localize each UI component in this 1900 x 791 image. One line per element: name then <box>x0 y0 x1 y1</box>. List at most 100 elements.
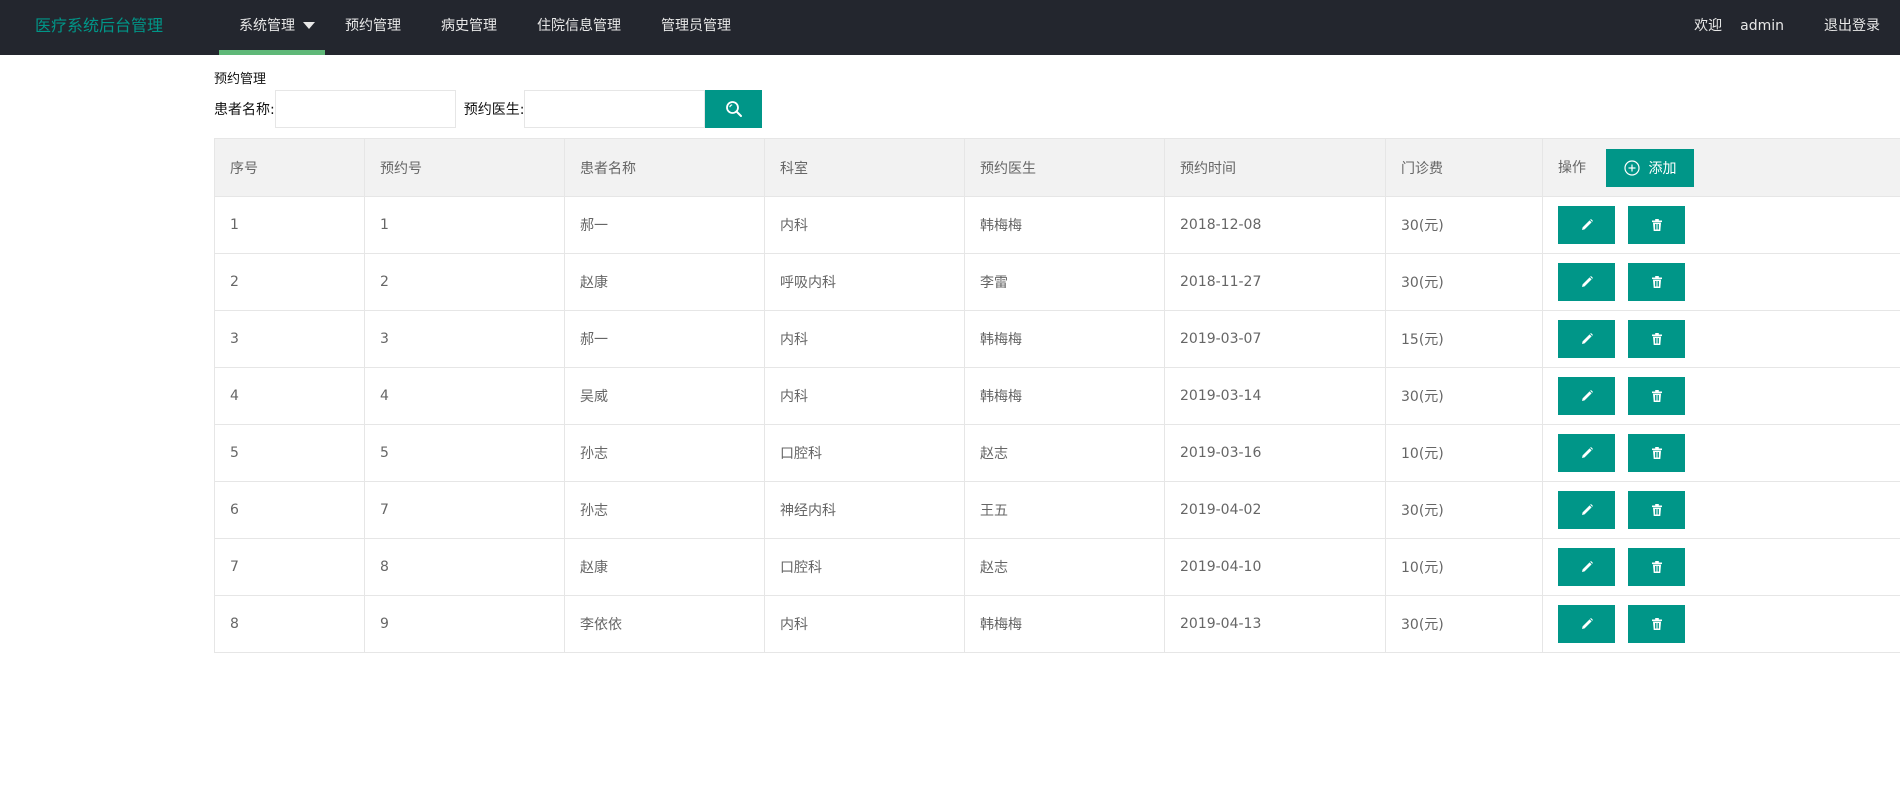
col-header-fee: 门诊费 <box>1385 138 1543 197</box>
col-header-department: 科室 <box>764 138 965 197</box>
cell-department: 呼吸内科 <box>764 253 965 311</box>
trash-icon <box>1651 276 1662 288</box>
cell-patient-name: 李依依 <box>564 595 765 653</box>
delete-button[interactable] <box>1628 434 1685 472</box>
delete-button[interactable] <box>1628 548 1685 586</box>
cell-fee: 30(元) <box>1385 253 1543 311</box>
nav-appointment-management[interactable]: 预约管理 <box>325 0 421 55</box>
edit-button[interactable] <box>1558 320 1615 358</box>
cell-appointment-no: 2 <box>364 253 565 311</box>
cell-department: 内科 <box>764 367 965 425</box>
nav-system-management[interactable]: 系统管理 <box>219 0 325 55</box>
cell-actions <box>1542 253 1900 311</box>
add-button[interactable]: 添加 <box>1606 148 1695 187</box>
pencil-icon <box>1581 561 1593 572</box>
cell-fee: 30(元) <box>1385 595 1543 653</box>
edit-button[interactable] <box>1558 548 1615 586</box>
table-row: 4 4 吴威 内科 韩梅梅 2019-03-14 30(元) <box>214 367 1900 425</box>
pencil-icon <box>1581 219 1593 230</box>
edit-button[interactable] <box>1558 605 1615 643</box>
cell-time: 2019-03-07 <box>1164 310 1386 368</box>
nav-admin-management[interactable]: 管理员管理 <box>641 0 751 55</box>
pencil-icon <box>1581 447 1593 458</box>
col-header-appointment-no: 预约号 <box>364 138 565 197</box>
table-row: 6 7 孙志 神经内科 王五 2019-04-02 30(元) <box>214 481 1900 539</box>
col-header-doctor: 预约医生 <box>964 138 1165 197</box>
delete-button[interactable] <box>1628 377 1685 415</box>
user-menu[interactable]: 欢迎 admin <box>1674 0 1804 55</box>
delete-button[interactable] <box>1628 605 1685 643</box>
cell-appointment-no: 7 <box>364 481 565 539</box>
cell-time: 2018-11-27 <box>1164 253 1386 311</box>
doctor-input[interactable] <box>524 90 706 128</box>
delete-button[interactable] <box>1628 320 1685 358</box>
nav-inpatient-management[interactable]: 住院信息管理 <box>517 0 641 55</box>
cell-department: 内科 <box>764 595 965 653</box>
patient-name-input[interactable] <box>274 90 456 128</box>
nav-label: 病史管理 <box>441 18 497 34</box>
cell-time: 2019-04-13 <box>1164 595 1386 653</box>
cell-actions <box>1542 196 1900 254</box>
cell-index: 1 <box>214 196 365 254</box>
cell-doctor: 赵志 <box>964 538 1165 596</box>
cell-department: 内科 <box>764 196 965 254</box>
cell-department: 神经内科 <box>764 481 965 539</box>
cell-index: 3 <box>214 310 365 368</box>
doctor-label: 预约医生: <box>463 102 525 118</box>
col-header-patient-name: 患者名称 <box>564 138 765 197</box>
col-header-time: 预约时间 <box>1164 138 1386 197</box>
search-button[interactable] <box>705 90 763 128</box>
cell-fee: 30(元) <box>1385 481 1543 539</box>
table-row: 7 8 赵康 口腔科 赵志 2019-04-10 10(元) <box>214 538 1900 596</box>
cell-appointment-no: 5 <box>364 424 565 482</box>
chevron-down-icon <box>303 22 315 29</box>
cell-doctor: 韩梅梅 <box>964 310 1165 368</box>
cell-department: 口腔科 <box>764 424 965 482</box>
main-nav: 系统管理 预约管理 病史管理 住院信息管理 管理员管理 <box>219 0 751 55</box>
edit-button[interactable] <box>1558 377 1615 415</box>
table-row: 2 2 赵康 呼吸内科 李雷 2018-11-27 30(元) <box>214 253 1900 311</box>
table-row: 5 5 孙志 口腔科 赵志 2019-03-16 10(元) <box>214 424 1900 482</box>
cell-department: 口腔科 <box>764 538 965 596</box>
delete-button[interactable] <box>1628 206 1685 244</box>
actions-label: 操作 <box>1558 159 1586 176</box>
add-button-label: 添加 <box>1648 159 1677 176</box>
cell-appointment-no: 9 <box>364 595 565 653</box>
cell-time: 2019-04-10 <box>1164 538 1386 596</box>
cell-index: 8 <box>214 595 365 653</box>
cell-fee: 15(元) <box>1385 310 1543 368</box>
plus-circle-icon <box>1624 159 1641 176</box>
cell-time: 2019-04-02 <box>1164 481 1386 539</box>
cell-doctor: 李雷 <box>964 253 1165 311</box>
cell-doctor: 赵志 <box>964 424 1165 482</box>
edit-button[interactable] <box>1558 263 1615 301</box>
cell-patient-name: 郝一 <box>564 310 765 368</box>
cell-actions <box>1542 595 1900 653</box>
logout-link[interactable]: 退出登录 <box>1804 0 1900 55</box>
delete-button[interactable] <box>1628 263 1685 301</box>
cell-actions <box>1542 424 1900 482</box>
edit-button[interactable] <box>1558 206 1615 244</box>
edit-button[interactable] <box>1558 434 1615 472</box>
cell-patient-name: 赵康 <box>564 538 765 596</box>
cell-index: 4 <box>214 367 365 425</box>
trash-icon <box>1651 447 1662 459</box>
cell-index: 2 <box>214 253 365 311</box>
edit-button[interactable] <box>1558 491 1615 529</box>
cell-actions <box>1542 538 1900 596</box>
trash-icon <box>1651 618 1662 630</box>
cell-time: 2018-12-08 <box>1164 196 1386 254</box>
pencil-icon <box>1581 390 1593 401</box>
nav-label: 系统管理 <box>239 18 295 34</box>
trash-icon <box>1651 333 1662 345</box>
cell-department: 内科 <box>764 310 965 368</box>
search-form: 患者名称: 预约医生: <box>214 90 763 128</box>
app-logo-title[interactable]: 医疗系统后台管理 <box>35 0 163 52</box>
cell-index: 5 <box>214 424 365 482</box>
username: admin <box>1740 18 1784 34</box>
table-body: 1 1 郝一 内科 韩梅梅 2018-12-08 30(元) 2 2 赵康 呼吸内科 李雷 2018-1… <box>214 196 1900 653</box>
section-title: 预约管理 <box>214 72 267 87</box>
delete-button[interactable] <box>1628 491 1685 529</box>
cell-actions <box>1542 481 1900 539</box>
nav-medical-history-management[interactable]: 病史管理 <box>421 0 517 55</box>
